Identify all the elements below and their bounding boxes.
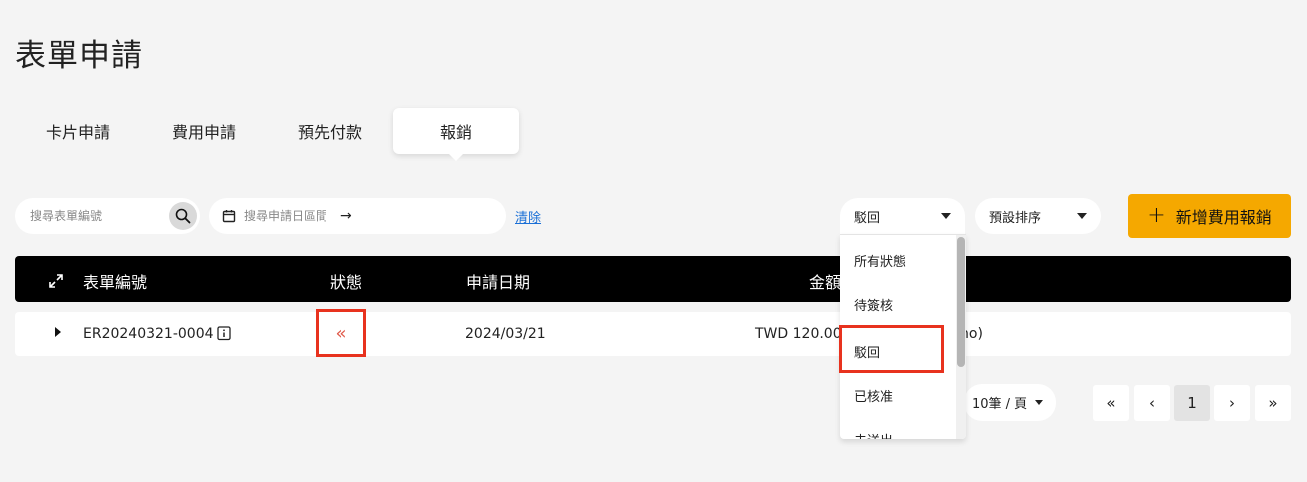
page-title: 表單申請 bbox=[15, 38, 143, 74]
arrow-right-icon: → bbox=[340, 208, 352, 224]
double-left-chevron-icon: « bbox=[335, 322, 347, 344]
prev-page-button[interactable]: ‹ bbox=[1134, 385, 1170, 421]
expand-icon[interactable] bbox=[48, 273, 64, 289]
tab-reimbursement[interactable]: 報銷 bbox=[393, 108, 519, 161]
sort-select[interactable]: 預設排序 bbox=[975, 198, 1101, 234]
caret-down-icon bbox=[1035, 400, 1044, 405]
table-header: 表單編號 狀態 申請日期 金額 bbox=[15, 256, 1291, 302]
form-number[interactable]: ER20240321-0004 bbox=[83, 326, 214, 342]
row-expand-caret-icon[interactable] bbox=[53, 326, 63, 342]
search-button[interactable] bbox=[169, 202, 197, 230]
column-header-status[interactable]: 狀態 bbox=[330, 269, 362, 293]
column-header-amount[interactable]: 金額 bbox=[809, 269, 841, 293]
status-option-approved[interactable]: 已核准 bbox=[854, 386, 893, 405]
status-option-unsubmitted[interactable]: 未送出 bbox=[854, 430, 893, 439]
add-button-label: 新增費用報銷 bbox=[1175, 208, 1272, 227]
dropdown-scrollbar-thumb[interactable] bbox=[957, 237, 965, 367]
status-rejected-indicator: « bbox=[316, 309, 366, 357]
add-reimbursement-button[interactable]: + 新增費用報銷 bbox=[1128, 194, 1291, 238]
date-range-picker[interactable]: → bbox=[209, 198, 506, 234]
tab-expense-application[interactable]: 費用申請 bbox=[141, 108, 267, 154]
amount-value: TWD 120.00 bbox=[755, 326, 842, 342]
next-page-button[interactable]: › bbox=[1214, 385, 1250, 421]
caret-down-icon bbox=[1077, 213, 1087, 219]
tab-advance-payment[interactable]: 預先付款 bbox=[267, 108, 393, 154]
table-row[interactable]: ER20240321-0004 « 2024/03/21 TWD 120.00 … bbox=[15, 309, 1291, 357]
sort-select-value: 預設排序 bbox=[989, 210, 1042, 226]
page-size-value: 10筆 / 頁 bbox=[972, 397, 1028, 412]
tab-card-application[interactable]: 卡片申請 bbox=[15, 108, 141, 154]
search-box bbox=[15, 198, 200, 234]
application-date: 2024/03/21 bbox=[465, 326, 546, 342]
caret-down-icon bbox=[941, 213, 951, 219]
calendar-icon bbox=[222, 210, 236, 223]
column-header-form-no[interactable]: 表單編號 bbox=[83, 269, 147, 293]
date-start-input[interactable] bbox=[244, 209, 326, 223]
highlight-box bbox=[839, 325, 944, 373]
current-page-button[interactable]: 1 bbox=[1174, 385, 1210, 421]
clear-filters-link[interactable]: 清除 bbox=[515, 207, 541, 226]
status-select-value: 駁回 bbox=[854, 210, 881, 226]
plus-icon: + bbox=[1147, 203, 1166, 228]
last-page-button[interactable]: » bbox=[1255, 385, 1291, 421]
tab-bar: 卡片申請 費用申請 預先付款 報銷 bbox=[15, 108, 519, 161]
page-size-select[interactable]: 10筆 / 頁 bbox=[964, 384, 1056, 421]
dropdown-scrollbar[interactable] bbox=[956, 235, 966, 439]
column-header-date[interactable]: 申請日期 bbox=[466, 269, 530, 293]
first-page-button[interactable]: « bbox=[1093, 385, 1129, 421]
search-icon bbox=[175, 208, 191, 224]
info-icon[interactable] bbox=[217, 326, 231, 345]
status-option-pending[interactable]: 待簽核 bbox=[854, 295, 893, 314]
status-select[interactable]: 駁回 bbox=[840, 198, 965, 234]
status-option-all[interactable]: 所有狀態 bbox=[854, 251, 906, 270]
search-input[interactable] bbox=[30, 209, 165, 223]
